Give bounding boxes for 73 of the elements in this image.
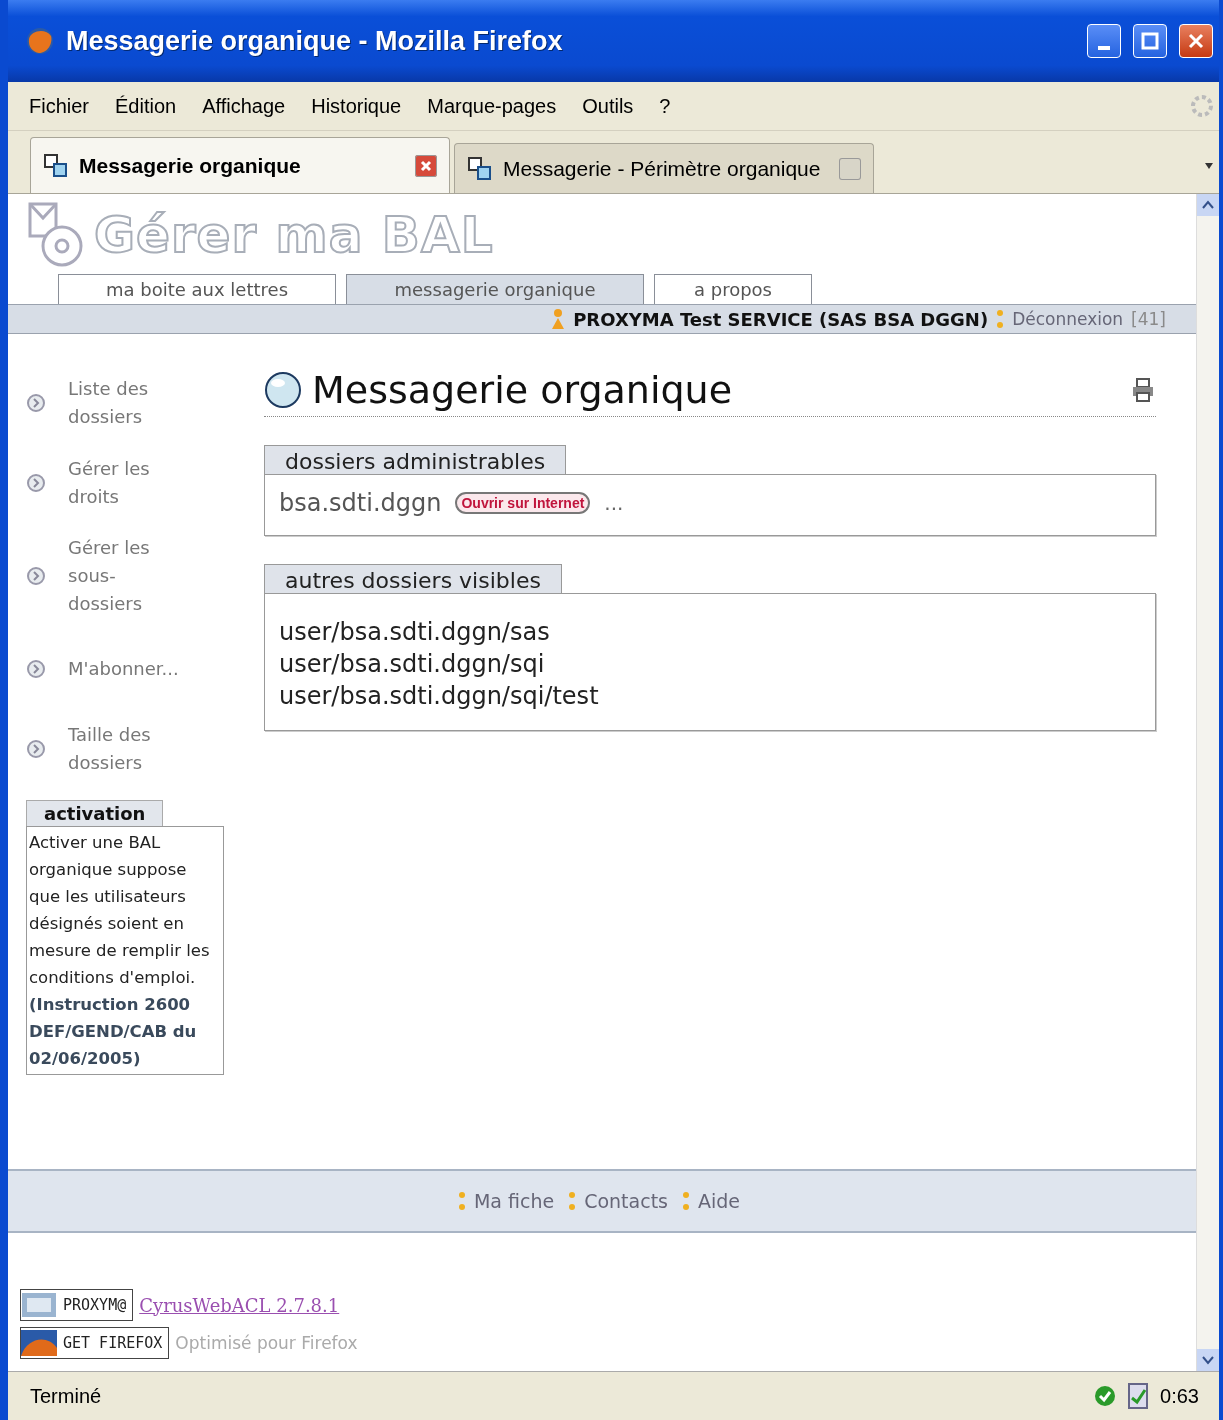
logout-link[interactable]: Déconnexion <box>1012 309 1124 329</box>
minimize-icon <box>1098 46 1110 50</box>
sidebar-link[interactable]: Liste des dossiers <box>68 375 188 431</box>
menu-item[interactable]: Édition <box>102 88 190 124</box>
section-heading: dossiers administrables <box>264 445 567 474</box>
maximize-button[interactable] <box>1133 24 1167 58</box>
activation-note: Activer une BAL organique suppose que les utilisateurs désignés soient en mesure de remplir les conditions d'emploi. (Instruction 2600 DEF/GEND/CAB du 02/06/2005) <box>26 826 224 1075</box>
menu-item[interactable]: Outils <box>569 88 647 124</box>
folder-path: user/bsa.sdti.dggn/sqi/test <box>279 681 600 712</box>
footer-link[interactable]: Aide <box>698 1190 741 1212</box>
menu-item[interactable]: Fichier <box>16 88 102 124</box>
scroll-down-icon[interactable] <box>1197 1349 1219 1371</box>
close-tab-button[interactable] <box>415 154 437 177</box>
arrow-circle-icon <box>26 659 46 679</box>
user-name: PROXYMA Test SERVICE (SAS BSA DGGN) <box>573 308 989 330</box>
sidebar-link[interactable]: Taille des dossiers <box>68 721 188 777</box>
page-icon <box>43 152 69 179</box>
throbber-icon <box>1189 93 1215 119</box>
tab-label: Messagerie organique <box>79 153 302 178</box>
folder-path: user/bsa.sdti.dggn/sas <box>279 617 551 648</box>
close-icon <box>1186 31 1206 51</box>
mailbox-logo-icon <box>28 202 84 268</box>
scroll-up-icon[interactable] <box>1197 194 1219 216</box>
separator-dots-icon <box>457 1191 466 1211</box>
document-icon <box>1126 1382 1151 1410</box>
arrow-circle-icon <box>26 393 46 413</box>
site-logo-text: Gérer ma BAL <box>94 206 494 264</box>
footer-link[interactable]: Ma fiche <box>473 1190 555 1212</box>
page-title: Messagerie organique <box>312 368 734 412</box>
separator-dots-icon <box>568 1191 577 1211</box>
menu-item[interactable]: Historique <box>298 88 415 124</box>
menu-item[interactable]: ? <box>646 88 684 124</box>
more-link[interactable]: ... <box>604 491 624 515</box>
sidebar-link[interactable]: Gérer les droits <box>68 455 188 511</box>
user-icon <box>551 308 566 330</box>
tab-label: Messagerie - Périmètre organique <box>503 156 822 181</box>
footer-badge[interactable]: GET FIREFOX <box>20 1327 170 1359</box>
arrow-circle-icon <box>26 566 46 586</box>
site-tab[interactable]: a propos <box>654 274 812 304</box>
printer-icon[interactable] <box>1130 377 1156 403</box>
version-link[interactable]: CyrusWebACL 2.7.8.1 <box>139 1294 340 1316</box>
maximize-icon <box>1140 31 1160 51</box>
section-heading: autres dossiers visibles <box>264 564 562 593</box>
separator-dots-icon <box>996 309 1005 329</box>
status-text: Terminé <box>30 1384 102 1408</box>
folder-path: user/bsa.sdti.dggn/sqi <box>279 649 546 680</box>
page-icon <box>467 155 493 182</box>
firefox-icon <box>26 27 54 55</box>
sidebar-link[interactable]: Gérer les sous-dossiers <box>68 534 188 618</box>
sidebar-link[interactable]: M'abonner... <box>68 655 188 683</box>
session-count: [41] <box>1131 309 1166 329</box>
open-internet-button[interactable]: Ouvrir sur Internet <box>455 492 591 514</box>
browser-tab[interactable]: Messagerie - Périmètre organique <box>454 143 874 193</box>
separator-dots-icon <box>682 1191 690 1211</box>
footer-badge[interactable]: PROXYM@ <box>20 1289 134 1321</box>
check-circle-icon <box>1094 1385 1117 1407</box>
window-title: Messagerie organique - Mozilla Firefox <box>66 25 564 57</box>
site-tab[interactable]: ma boite aux lettres <box>58 274 336 304</box>
browser-tab[interactable]: Messagerie organique <box>30 137 450 193</box>
status-time: 0:63 <box>1160 1384 1199 1408</box>
folder-name: bsa.sdti.dggn <box>279 489 442 517</box>
close-button[interactable] <box>1179 24 1213 58</box>
menu-item[interactable]: Marque-pages <box>414 88 570 124</box>
minimize-button[interactable] <box>1087 24 1121 58</box>
menu-item[interactable]: Affichage <box>189 88 299 124</box>
tab-list-icon[interactable] <box>1203 161 1215 171</box>
activation-heading: activation <box>26 800 164 826</box>
site-tab[interactable]: messagerie organique <box>346 274 644 304</box>
arrow-circle-icon <box>26 739 46 759</box>
footer-link[interactable]: Contacts <box>584 1190 668 1212</box>
globe-icon <box>264 371 302 409</box>
arrow-circle-icon <box>26 473 46 493</box>
browser-note: Optimisé pour Firefox <box>175 1333 358 1353</box>
